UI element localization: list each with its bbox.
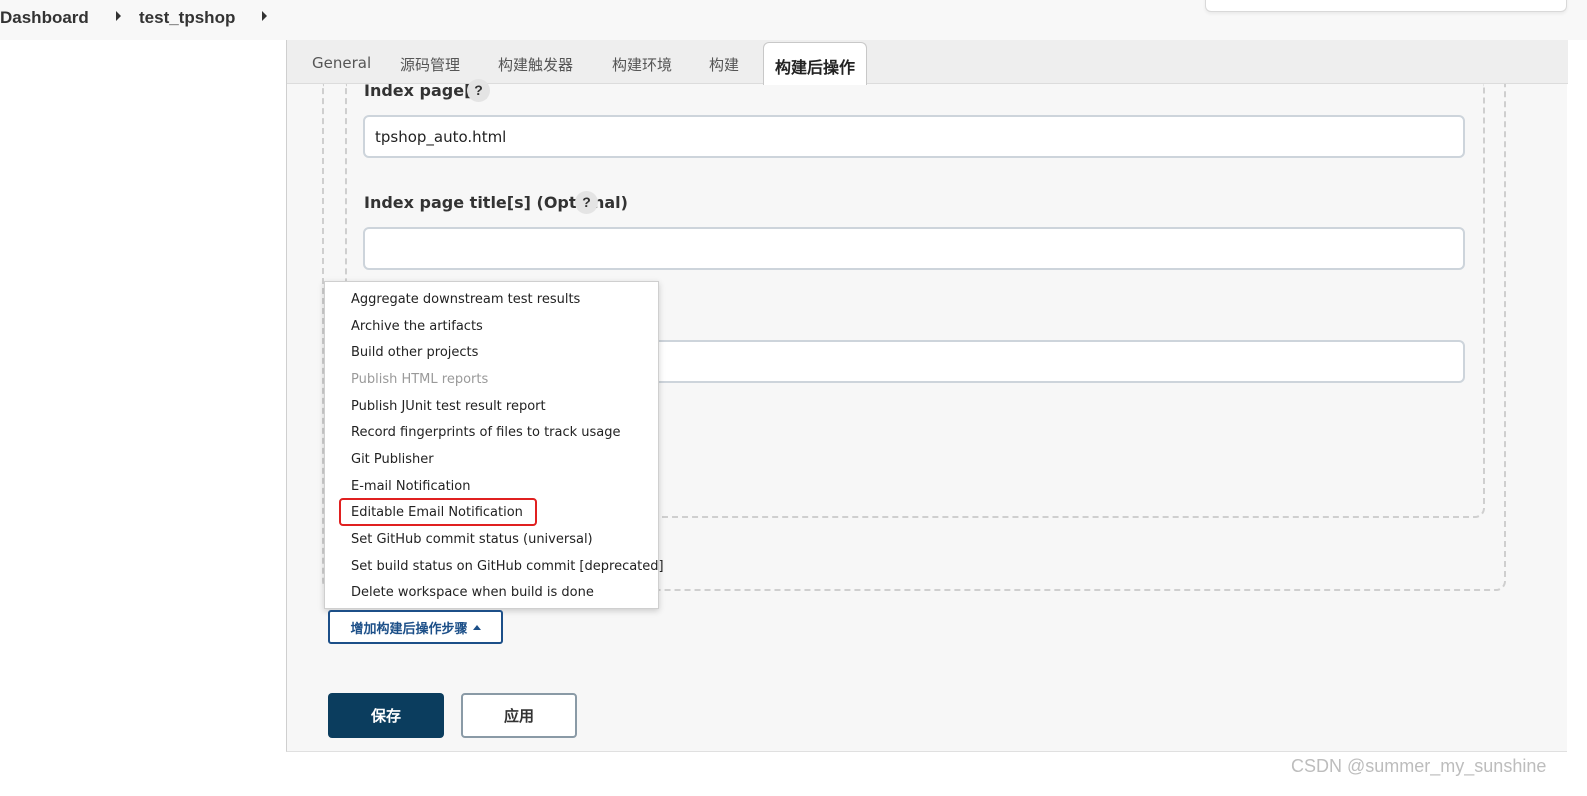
post-build-step-menu: Aggregate downstream test results Archiv… — [324, 281, 664, 609]
help-icon[interactable]: ? — [467, 79, 490, 102]
menu-item-publish-junit[interactable]: Publish JUnit test result report — [351, 399, 546, 414]
breadcrumb-arrow-icon[interactable] — [262, 11, 267, 21]
help-icon[interactable]: ? — [575, 191, 598, 214]
tab-general[interactable]: General — [312, 54, 371, 72]
highlight-box — [339, 498, 537, 526]
tab-build[interactable]: 构建 — [709, 54, 739, 75]
tab-build-environment[interactable]: 构建环境 — [612, 54, 672, 75]
caret-up-icon — [472, 624, 481, 630]
tab-post-build-actions[interactable]: 构建后操作 — [763, 42, 868, 85]
menu-item-build-other-projects[interactable]: Build other projects — [351, 345, 478, 360]
breadcrumb: Dashboard test_tpshop — [0, 0, 1587, 40]
breadcrumb-arrow-icon[interactable] — [116, 11, 121, 21]
menu-item-git-publisher[interactable]: Git Publisher — [351, 452, 434, 467]
add-post-build-step-button[interactable]: 增加构建后操作步骤 — [328, 610, 503, 644]
menu-item-aggregate-downstream[interactable]: Aggregate downstream test results — [351, 292, 580, 307]
menu-item-set-build-status-github[interactable]: Set build status on GitHub commit [depre… — [351, 559, 664, 574]
menu-item-archive-artifacts[interactable]: Archive the artifacts — [351, 319, 483, 334]
tab-build-triggers[interactable]: 构建触发器 — [498, 54, 573, 75]
apply-button[interactable]: 应用 — [461, 693, 577, 738]
add-step-label: 增加构建后操作步骤 — [350, 621, 468, 637]
breadcrumb-project[interactable]: test_tpshop — [139, 8, 235, 28]
watermark: CSDN @summer_my_sunshine — [1291, 756, 1547, 776]
menu-item-publish-html-reports: Publish HTML reports — [351, 372, 489, 387]
menu-item-email-notification[interactable]: E-mail Notification — [351, 479, 470, 494]
search-box[interactable] — [1205, 0, 1567, 12]
tab-source-management[interactable]: 源码管理 — [400, 54, 460, 75]
config-tabs: General 源码管理 构建触发器 构建环境 构建 构建后操作 — [287, 40, 1568, 85]
index-pages-input[interactable] — [363, 115, 1465, 158]
menu-item-set-github-commit-status[interactable]: Set GitHub commit status (universal) — [351, 532, 593, 547]
menu-item-delete-workspace[interactable]: Delete workspace when build is done — [351, 585, 594, 600]
save-button[interactable]: 保存 — [328, 693, 444, 738]
index-titles-input[interactable] — [363, 227, 1465, 270]
breadcrumb-dashboard[interactable]: Dashboard — [0, 8, 89, 28]
menu-item-record-fingerprints[interactable]: Record fingerprints of files to track us… — [351, 425, 621, 440]
